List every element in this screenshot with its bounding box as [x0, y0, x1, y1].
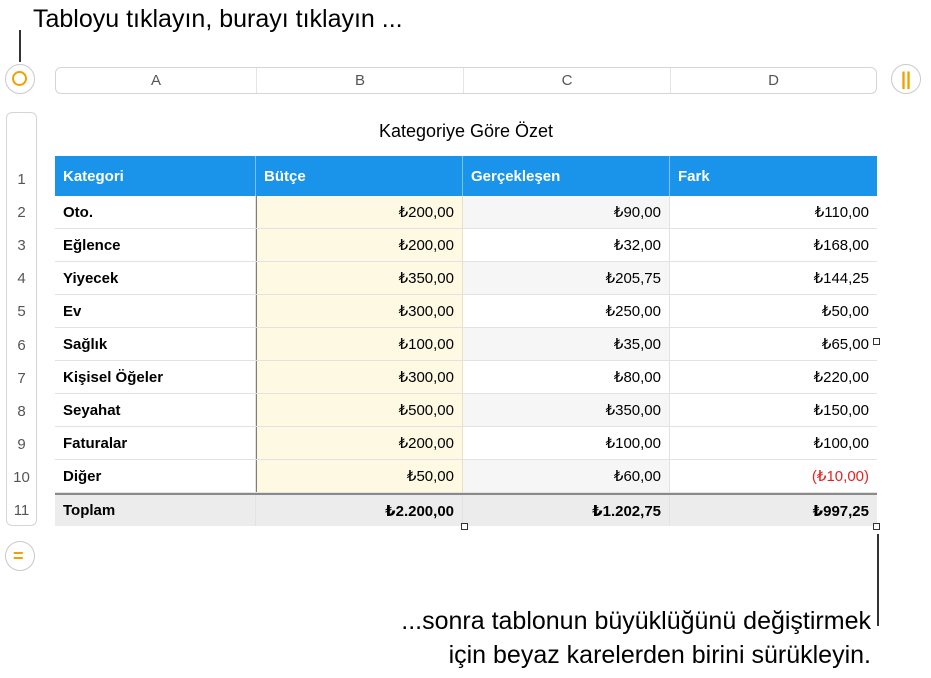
cell-diff[interactable]: ₺168,00	[670, 229, 877, 261]
row-header-11[interactable]: 11	[7, 502, 36, 519]
cell-actual[interactable]: ₺32,00	[463, 229, 670, 261]
cell-category[interactable]: Seyahat	[55, 394, 256, 426]
table-row: Faturalar ₺200,00 ₺100,00 ₺100,00	[55, 427, 877, 460]
footer-cell-category[interactable]: Toplam	[55, 495, 256, 526]
column-header-bar: A B C D	[55, 67, 877, 94]
cell-budget[interactable]: ₺50,00	[256, 460, 463, 492]
cell-category[interactable]: Oto.	[55, 196, 256, 228]
column-header-c[interactable]: C	[464, 68, 671, 93]
row-header-6[interactable]: 6	[7, 337, 36, 354]
column-header-a[interactable]: A	[56, 68, 257, 93]
row-header-2[interactable]: 2	[7, 204, 36, 221]
header-cell-budget[interactable]: Bütçe	[256, 156, 463, 196]
cell-diff[interactable]: ₺150,00	[670, 394, 877, 426]
column-header-b[interactable]: B	[257, 68, 464, 93]
cell-budget[interactable]: ₺500,00	[256, 394, 463, 426]
equals-icon: =	[13, 546, 24, 566]
table-row: Oto. ₺200,00 ₺90,00 ₺110,00	[55, 196, 877, 229]
resize-handle-corner[interactable]	[873, 523, 880, 530]
cell-diff[interactable]: (₺10,00)	[670, 460, 877, 492]
cell-budget[interactable]: ₺200,00	[256, 196, 463, 228]
cell-budget[interactable]: ₺350,00	[256, 262, 463, 294]
cell-diff[interactable]: ₺220,00	[670, 361, 877, 393]
callout-top-text: Tabloyu tıklayın, burayı tıklayın ...	[33, 5, 403, 33]
cell-budget[interactable]: ₺200,00	[256, 229, 463, 261]
cell-actual[interactable]: ₺350,00	[463, 394, 670, 426]
cell-budget[interactable]: ₺300,00	[256, 295, 463, 327]
cell-diff[interactable]: ₺100,00	[670, 427, 877, 459]
cell-actual[interactable]: ₺100,00	[463, 427, 670, 459]
row-header-8[interactable]: 8	[7, 403, 36, 420]
table-row: Sağlık ₺100,00 ₺35,00 ₺65,00	[55, 328, 877, 361]
row-header-3[interactable]: 3	[7, 237, 36, 254]
cell-category[interactable]: Kişisel Öğeler	[55, 361, 256, 393]
cell-category[interactable]: Sağlık	[55, 328, 256, 360]
footer-cell-actual[interactable]: ₺1.202,75	[463, 495, 670, 526]
callout-top-leader	[19, 30, 21, 62]
cell-diff[interactable]: ₺65,00	[670, 328, 877, 360]
table-row: Eğlence ₺200,00 ₺32,00 ₺168,00	[55, 229, 877, 262]
cell-budget[interactable]: ₺300,00	[256, 361, 463, 393]
footer-cell-diff[interactable]: ₺997,25	[670, 495, 877, 526]
cell-category[interactable]: Yiyecek	[55, 262, 256, 294]
callout-bottom-line-1: ...sonra tablonun büyüklüğünü değiştirme…	[401, 607, 871, 635]
table-row: Kişisel Öğeler ₺300,00 ₺80,00 ₺220,00	[55, 361, 877, 394]
table-header-row: Kategori Bütçe Gerçekleşen Fark	[55, 156, 877, 196]
table-row: Seyahat ₺500,00 ₺350,00 ₺150,00	[55, 394, 877, 427]
footer-cell-budget[interactable]: ₺2.200,00	[256, 495, 463, 526]
callout-bottom-text: ...sonra tablonun büyüklüğünü değiştirme…	[401, 604, 871, 672]
cell-category[interactable]: Eğlence	[55, 229, 256, 261]
table-footer-row: Toplam ₺2.200,00 ₺1.202,75 ₺997,25	[55, 493, 877, 526]
header-cell-category[interactable]: Kategori	[55, 156, 256, 196]
cell-actual[interactable]: ₺90,00	[463, 196, 670, 228]
cell-budget[interactable]: ₺200,00	[256, 427, 463, 459]
table-row: Diğer ₺50,00 ₺60,00 (₺10,00)	[55, 460, 877, 493]
cell-category[interactable]: Faturalar	[55, 427, 256, 459]
callout-bottom-leader	[877, 534, 879, 626]
cell-actual[interactable]: ₺80,00	[463, 361, 670, 393]
callout-bottom-line-2: için beyaz karelerden birini sürükleyin.	[448, 641, 871, 669]
row-header-4[interactable]: 4	[7, 270, 36, 287]
row-resize-button[interactable]: =	[5, 541, 35, 571]
cell-diff[interactable]: ₺50,00	[670, 295, 877, 327]
cell-diff[interactable]: ₺110,00	[670, 196, 877, 228]
row-header-1[interactable]: 1	[7, 171, 36, 188]
cell-category[interactable]: Diğer	[55, 460, 256, 492]
table-title[interactable]: Kategoriye Göre Özet	[55, 121, 877, 142]
column-resize-button[interactable]: ||	[891, 64, 921, 94]
summary-table: Kategori Bütçe Gerçekleşen Fark Oto. ₺20…	[55, 156, 877, 526]
header-cell-diff[interactable]: Fark	[670, 156, 877, 196]
table-row: Ev ₺300,00 ₺250,00 ₺50,00	[55, 295, 877, 328]
select-table-button[interactable]	[5, 64, 35, 94]
row-header-5[interactable]: 5	[7, 303, 36, 320]
double-bar-icon: ||	[901, 69, 912, 89]
table-row: Yiyecek ₺350,00 ₺205,75 ₺144,25	[55, 262, 877, 295]
resize-handle-bottom[interactable]	[461, 523, 468, 530]
cell-actual[interactable]: ₺205,75	[463, 262, 670, 294]
row-header-bar: 1 2 3 4 5 6 7 8 9 10 11	[6, 112, 37, 526]
cell-budget[interactable]: ₺100,00	[256, 328, 463, 360]
row-header-9[interactable]: 9	[7, 436, 36, 453]
row-header-10[interactable]: 10	[7, 469, 36, 486]
row-header-7[interactable]: 7	[7, 370, 36, 387]
cell-actual[interactable]: ₺60,00	[463, 460, 670, 492]
resize-handle-right[interactable]	[873, 338, 880, 345]
cell-diff[interactable]: ₺144,25	[670, 262, 877, 294]
cell-actual[interactable]: ₺35,00	[463, 328, 670, 360]
header-cell-actual[interactable]: Gerçekleşen	[463, 156, 670, 196]
cell-actual[interactable]: ₺250,00	[463, 295, 670, 327]
column-header-d[interactable]: D	[671, 68, 876, 93]
cell-category[interactable]: Ev	[55, 295, 256, 327]
